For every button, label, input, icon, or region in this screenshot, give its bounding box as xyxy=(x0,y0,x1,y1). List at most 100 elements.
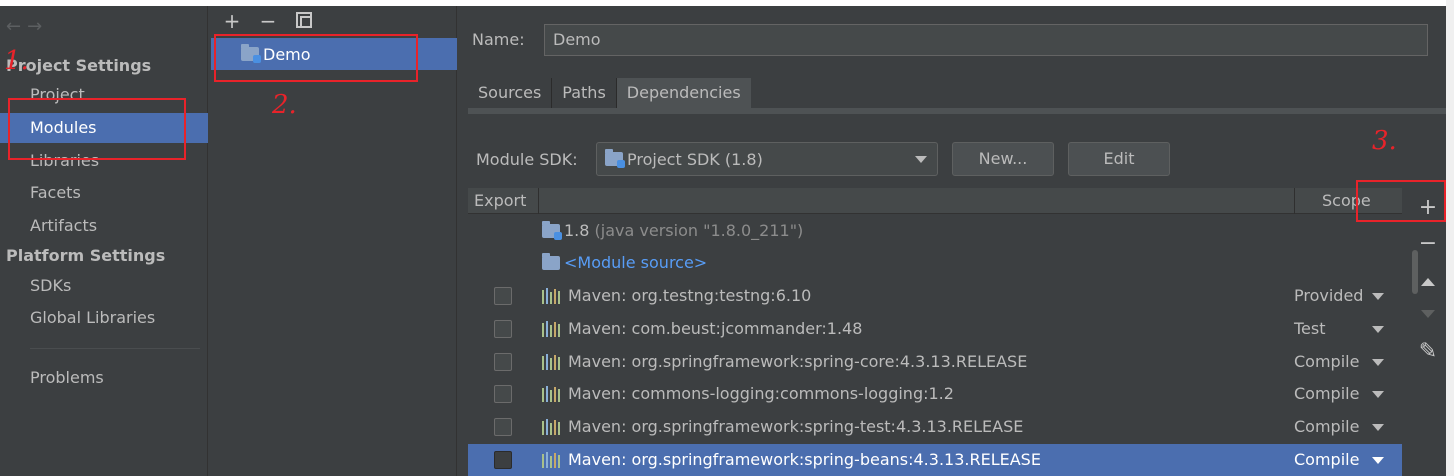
back-arrow-icon[interactable]: ← xyxy=(6,16,27,37)
dependency-name: Maven: com.beust:jcommander:1.48 xyxy=(568,319,863,338)
dependency-name: Maven: org.springframework:spring-core:4… xyxy=(568,352,1028,371)
table-scrollbar[interactable] xyxy=(1412,250,1418,294)
jdk-name: 1.8 xyxy=(564,221,590,240)
dependency-name: Maven: org.springframework:spring-test:4… xyxy=(568,417,1024,436)
module-tabs: Sources Paths Dependencies xyxy=(468,78,751,108)
chevron-down-icon xyxy=(1372,391,1384,398)
dependency-entry: Maven: org.springframework:spring-core:4… xyxy=(542,346,1027,378)
table-row[interactable]: Maven: commons-logging:commons-logging:1… xyxy=(468,378,1402,410)
table-row-module-source[interactable]: <Module source> xyxy=(468,247,1402,279)
table-header: Export Scope xyxy=(468,188,1402,214)
module-sdk-value: Project SDK (1.8) xyxy=(627,149,763,169)
dependency-entry: Maven: org.springframework:spring-test:4… xyxy=(542,411,1023,443)
module-toolbar: + − xyxy=(221,9,315,33)
sidebar-divider xyxy=(30,348,200,349)
chevron-down-icon xyxy=(1372,424,1384,431)
scope-select[interactable]: Compile xyxy=(1294,378,1394,410)
chevron-down-icon xyxy=(915,156,927,163)
jdk-detail: (java version "1.8.0_211") xyxy=(594,221,804,240)
sidebar-item-facets[interactable]: Facets xyxy=(0,178,208,208)
jdk-folder-icon xyxy=(542,221,562,240)
annotation-mark-1: 1. xyxy=(4,46,29,76)
remove-module-icon[interactable]: − xyxy=(257,9,279,33)
scope-value: Compile xyxy=(1294,417,1360,436)
dependency-name: Maven: org.springframework:spring-beans:… xyxy=(568,450,1041,469)
tab-paths[interactable]: Paths xyxy=(552,78,616,108)
annotation-box-modules xyxy=(8,98,186,160)
tab-sources[interactable]: Sources xyxy=(468,78,552,108)
source-folder-icon xyxy=(542,253,560,270)
export-checkbox[interactable] xyxy=(494,451,512,469)
column-divider xyxy=(1294,188,1295,214)
forward-arrow-icon[interactable]: → xyxy=(27,16,48,37)
maven-library-icon xyxy=(542,288,560,304)
module-source-entry: <Module source> xyxy=(542,247,707,279)
module-sdk-select[interactable]: Project SDK (1.8) xyxy=(596,142,938,176)
module-name-input[interactable]: Demo xyxy=(544,24,1428,56)
sdk-folder-icon xyxy=(605,149,625,168)
annotation-mark-2: 2. xyxy=(272,90,297,120)
scope-select[interactable]: Compile xyxy=(1294,346,1394,378)
column-divider xyxy=(538,188,539,214)
dependency-entry: Maven: org.testng:testng:6.10 xyxy=(542,280,811,312)
maven-library-icon xyxy=(542,321,560,337)
scope-select[interactable]: Compile xyxy=(1294,444,1394,476)
chevron-down-icon xyxy=(1372,457,1384,464)
sidebar-item-artifacts[interactable]: Artifacts xyxy=(0,211,208,241)
export-checkbox[interactable] xyxy=(494,320,512,338)
dependencies-panel: Module SDK: Project SDK (1.8) New... Edi… xyxy=(468,114,1446,476)
scope-select[interactable]: Test xyxy=(1294,313,1394,345)
export-checkbox[interactable] xyxy=(494,287,512,305)
module-detail-panel: Name: Demo Sources Paths Dependencies Mo… xyxy=(458,6,1446,476)
settings-sidebar: ←→ Project Settings Project Modules Libr… xyxy=(0,6,208,476)
scope-value: Compile xyxy=(1294,450,1360,469)
tab-dependencies[interactable]: Dependencies xyxy=(616,78,751,108)
scope-select[interactable]: Provided xyxy=(1294,280,1394,312)
move-down-icon[interactable] xyxy=(1410,298,1446,330)
annotation-box-demo xyxy=(214,34,418,82)
column-export[interactable]: Export xyxy=(474,188,526,214)
chevron-down-icon xyxy=(1372,293,1384,300)
chevron-down-icon xyxy=(1372,326,1384,333)
sidebar-item-sdks[interactable]: SDKs xyxy=(0,271,208,301)
dependency-name: Maven: commons-logging:commons-logging:1… xyxy=(568,384,954,403)
copy-module-icon[interactable] xyxy=(293,9,315,33)
dependency-entry: Maven: commons-logging:commons-logging:1… xyxy=(542,378,954,410)
table-row[interactable]: Maven: org.springframework:spring-core:4… xyxy=(468,346,1402,378)
table-row[interactable]: Maven: org.springframework:spring-test:4… xyxy=(468,411,1402,443)
table-row[interactable]: Maven: com.beust:jcommander:1.48 Test xyxy=(468,313,1402,345)
dependency-entry: Maven: org.springframework:spring-beans:… xyxy=(542,444,1041,476)
sidebar-item-global-libraries[interactable]: Global Libraries xyxy=(0,303,208,333)
edit-pencil-icon[interactable]: ✎ xyxy=(1410,336,1446,368)
jdk-entry: 1.8 (java version "1.8.0_211") xyxy=(542,215,803,247)
edit-sdk-button[interactable]: Edit xyxy=(1068,142,1170,176)
scope-value: Test xyxy=(1294,319,1326,338)
export-checkbox[interactable] xyxy=(494,418,512,436)
maven-library-icon xyxy=(542,452,560,468)
module-source-link[interactable]: <Module source> xyxy=(564,247,707,279)
chevron-down-icon xyxy=(1372,359,1384,366)
export-checkbox[interactable] xyxy=(494,353,512,371)
module-sdk-label: Module SDK: xyxy=(476,150,578,169)
table-row[interactable]: Maven: org.testng:testng:6.10 Provided xyxy=(468,280,1402,312)
table-row-jdk[interactable]: 1.8 (java version "1.8.0_211") xyxy=(468,215,1402,247)
platform-settings-header: Platform Settings xyxy=(6,246,166,265)
dependencies-toolbar: + − ✎ xyxy=(1410,188,1446,476)
scope-value: Provided xyxy=(1294,286,1364,305)
scope-value: Compile xyxy=(1294,384,1360,403)
export-checkbox[interactable] xyxy=(494,385,512,403)
dependency-entry: Maven: com.beust:jcommander:1.48 xyxy=(542,313,862,345)
table-row-selected[interactable]: Maven: org.springframework:spring-beans:… xyxy=(468,444,1402,476)
maven-library-icon xyxy=(542,419,560,435)
new-sdk-button[interactable]: New... xyxy=(952,142,1054,176)
name-label: Name: xyxy=(472,30,525,49)
scope-value: Compile xyxy=(1294,352,1360,371)
add-module-icon[interactable]: + xyxy=(221,9,243,33)
annotation-mark-3: 3. xyxy=(1372,126,1397,156)
maven-library-icon xyxy=(542,354,560,370)
nav-arrows: ←→ xyxy=(6,16,48,37)
sidebar-item-problems[interactable]: Problems xyxy=(0,363,208,393)
window-right-edge xyxy=(1446,0,1454,476)
scope-select[interactable]: Compile xyxy=(1294,411,1394,443)
annotation-box-add xyxy=(1356,180,1446,222)
